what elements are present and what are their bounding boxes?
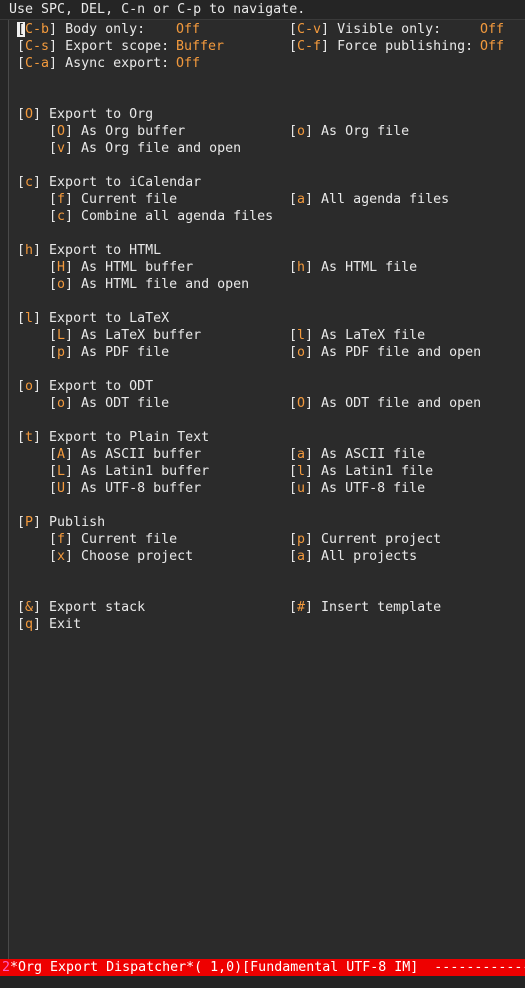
option-body-only[interactable]: [C-b] Body only:: [17, 21, 145, 38]
modeline-flag: 2: [2, 960, 11, 975]
menu-item-ascii-buffer[interactable]: [A] As ASCII buffer: [49, 446, 201, 463]
menu-item-html-file-open[interactable]: [o] As HTML file and open: [49, 276, 249, 293]
option-force-publishing[interactable]: [C-f] Force publishing:: [289, 38, 473, 55]
menu-item-org-file-open[interactable]: [v] As Org file and open: [49, 140, 241, 157]
cursor: [: [17, 22, 26, 37]
navigation-hint: Use SPC, DEL, C-n or C-p to navigate.: [0, 0, 525, 20]
option-export-scope[interactable]: [C-s] Export scope:: [17, 38, 169, 55]
menu-item-latex-file[interactable]: [l] As LaTeX file: [289, 327, 425, 344]
menu-item-ical-current-file[interactable]: [f] Current file: [49, 191, 177, 208]
option-async-export[interactable]: [C-a] Async export:: [17, 55, 169, 72]
menu-item-org-buffer[interactable]: [O] As Org buffer: [49, 123, 185, 140]
export-scope-value: Buffer: [176, 39, 225, 54]
menu-item-utf8-file[interactable]: [u] As UTF-8 file: [289, 480, 425, 497]
minibuffer[interactable]: [0, 976, 525, 988]
menu-item-odt-file-open[interactable]: [O] As ODT file and open: [289, 395, 481, 412]
menu-item-export-stack[interactable]: [&] Export stack: [17, 599, 145, 616]
menu-item-utf8-buffer[interactable]: [U] As UTF-8 buffer: [49, 480, 201, 497]
section-plain-text[interactable]: [t] Export to Plain Text: [17, 429, 209, 446]
menu-item-latin1-file[interactable]: [l] As Latin1 file: [289, 463, 433, 480]
menu-item-pdf-file[interactable]: [p] As PDF file: [49, 344, 169, 361]
option-visible-only[interactable]: [C-v] Visible only:: [289, 21, 441, 38]
section-org[interactable]: [O] Export to Org: [17, 106, 153, 123]
menu-item-publish-choose-project[interactable]: [x] Choose project: [49, 548, 193, 565]
menu-item-ical-all-agenda[interactable]: [a] All agenda files: [289, 191, 449, 208]
export-dispatcher-buffer: [C-b] Body only: Off [C-v] Visible only:…: [0, 20, 525, 960]
section-latex[interactable]: [l] Export to LaTeX: [17, 310, 169, 327]
menu-item-latex-buffer[interactable]: [L] As LaTeX buffer: [49, 327, 201, 344]
menu-item-odt-file[interactable]: [o] As ODT file: [49, 395, 169, 412]
menu-item-ical-combine[interactable]: [c] Combine all agenda files: [49, 208, 273, 225]
menu-item-insert-template[interactable]: [#] Insert template: [289, 599, 441, 616]
menu-item-latin1-buffer[interactable]: [L] As Latin1 buffer: [49, 463, 209, 480]
menu-item-publish-all-projects[interactable]: [a] All projects: [289, 548, 417, 565]
section-html[interactable]: [h] Export to HTML: [17, 242, 161, 259]
modeline-text: *Org Export Dispatcher*( 1,0)[Fundamenta…: [10, 960, 525, 975]
body-only-value: Off: [176, 22, 201, 37]
mode-line: 2*Org Export Dispatcher*( 1,0)[Fundament…: [0, 959, 525, 976]
menu-item-ascii-file[interactable]: [a] As ASCII file: [289, 446, 425, 463]
force-publishing-value: Off: [480, 39, 505, 54]
menu-item-html-buffer[interactable]: [H] As HTML buffer: [49, 259, 193, 276]
section-icalendar[interactable]: [c] Export to iCalendar: [17, 174, 201, 191]
menu-item-pdf-file-open[interactable]: [o] As PDF file and open: [289, 344, 481, 361]
menu-item-publish-current-file[interactable]: [f] Current file: [49, 531, 177, 548]
menu-item-exit[interactable]: [q] Exit: [17, 616, 81, 633]
visible-only-value: Off: [480, 22, 505, 37]
menu-item-publish-current-project[interactable]: [p] Current project: [289, 531, 441, 548]
section-publish[interactable]: [P] Publish: [17, 514, 105, 531]
menu-item-org-file[interactable]: [o] As Org file: [289, 123, 409, 140]
section-odt[interactable]: [o] Export to ODT: [17, 378, 153, 395]
async-export-value: Off: [176, 56, 201, 71]
menu-item-html-file[interactable]: [h] As HTML file: [289, 259, 417, 276]
